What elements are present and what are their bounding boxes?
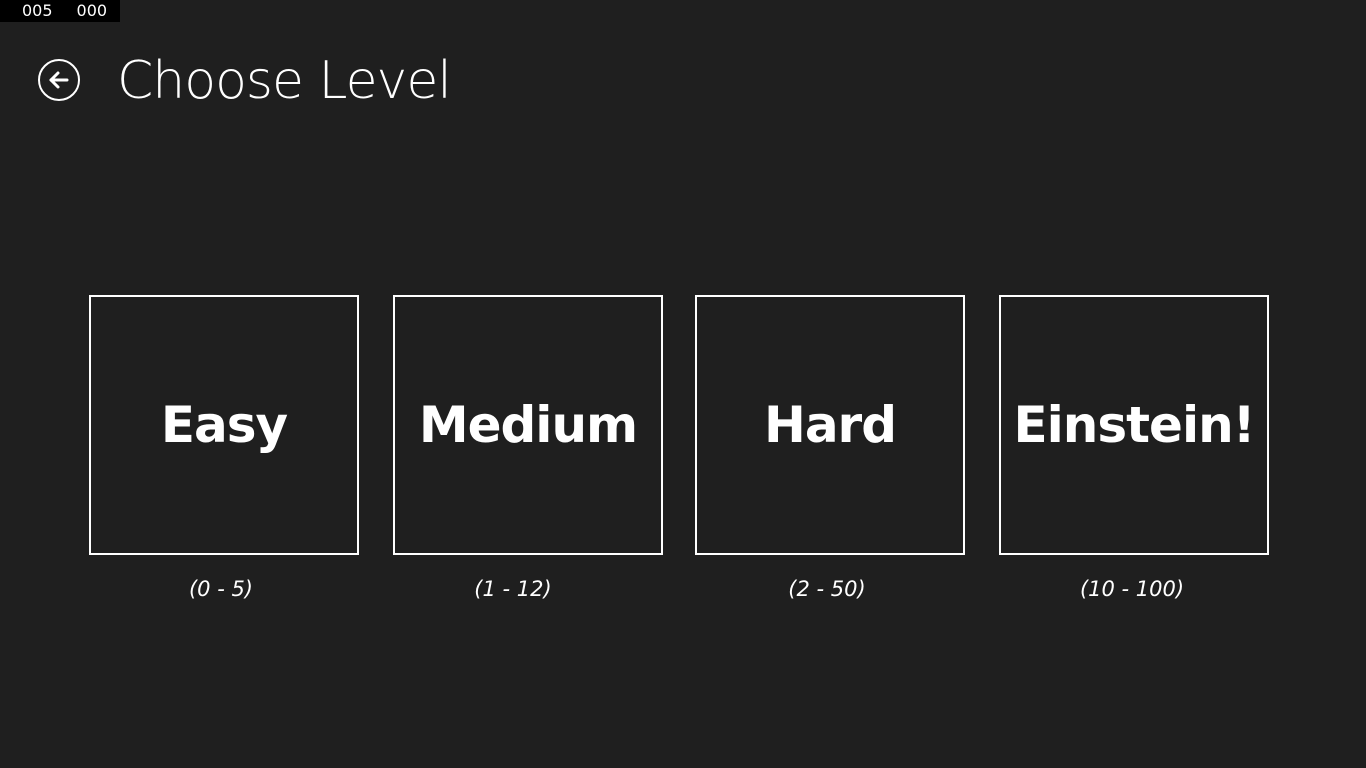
level-range-einstein: (10 - 100)	[1079, 577, 1185, 601]
level-label-einstein: Einstein!	[1013, 396, 1256, 454]
choose-level-page: 005 000 Choose Level Easy Medium Hard Ei…	[0, 0, 1366, 768]
level-label-medium: Medium	[418, 396, 638, 454]
frame-counter-secondary: 000	[76, 1, 108, 20]
back-button[interactable]	[38, 59, 80, 101]
page-title: Choose Level	[117, 51, 452, 111]
level-range-easy: (0 - 5)	[188, 577, 254, 601]
frame-counter-bar: 005 000	[0, 0, 120, 22]
level-label-hard: Hard	[763, 396, 897, 454]
level-tile-hard[interactable]: Hard	[695, 295, 965, 555]
level-label-easy: Easy	[160, 396, 288, 454]
level-range-medium: (1 - 12)	[474, 577, 552, 601]
level-range-hard: (2 - 50)	[788, 577, 866, 601]
level-tile-easy[interactable]: Easy	[89, 295, 359, 555]
level-tile-einstein[interactable]: Einstein!	[999, 295, 1269, 555]
frame-counter: 005	[22, 1, 53, 20]
level-tile-medium[interactable]: Medium	[393, 295, 663, 555]
arrow-left-icon	[49, 71, 69, 89]
